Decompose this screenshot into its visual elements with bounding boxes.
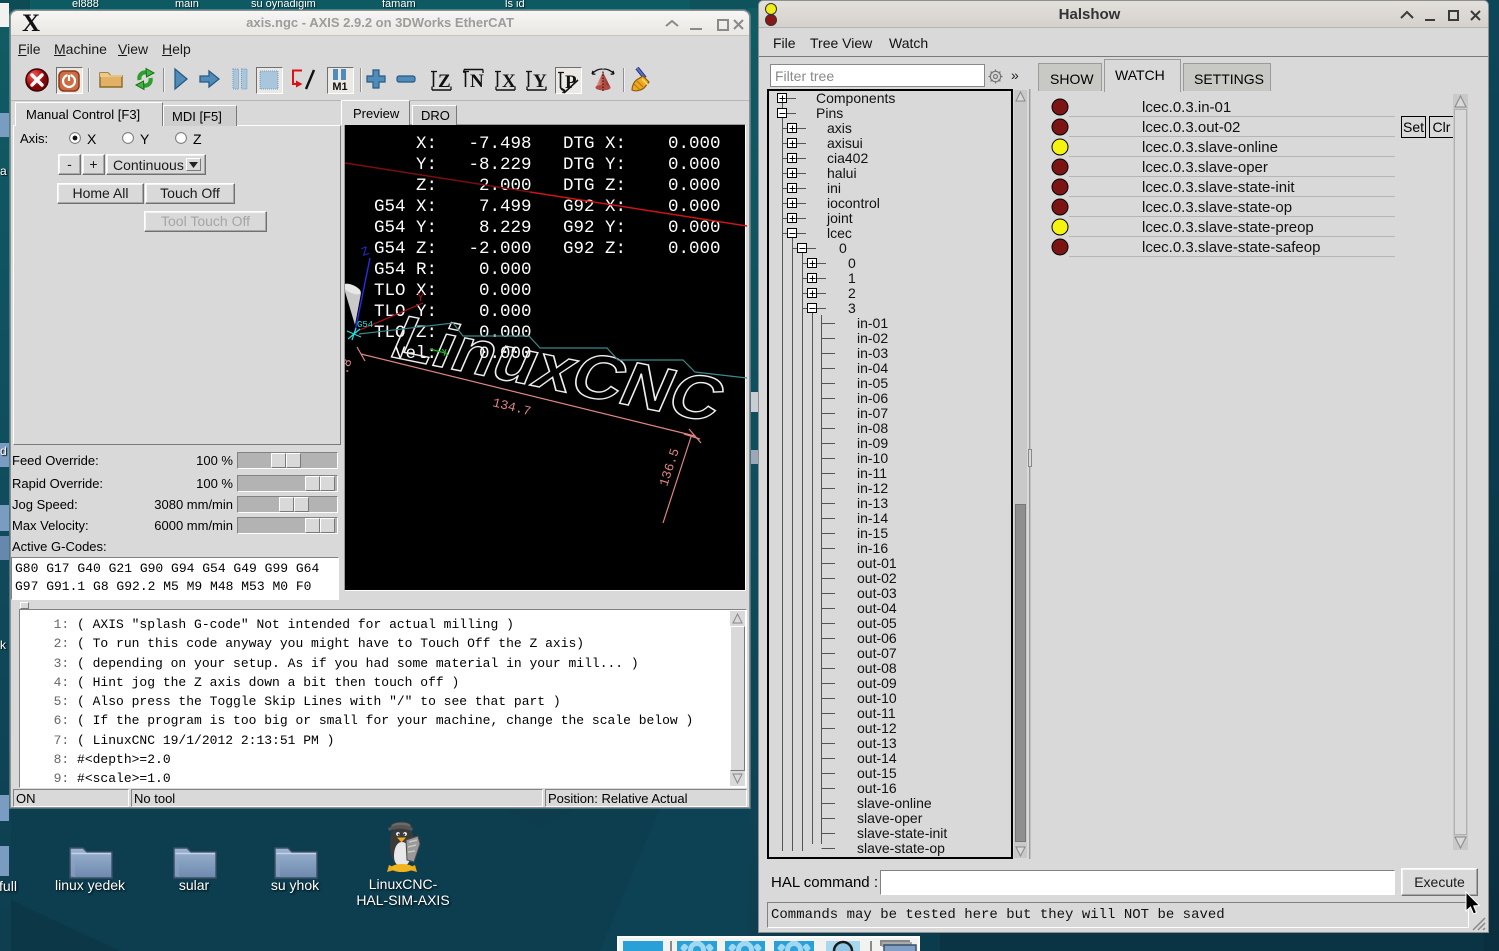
- svg-text:out-12: out-12: [857, 720, 897, 736]
- svg-text:axisui: axisui: [827, 135, 863, 151]
- svg-text:G54: G54: [357, 320, 373, 330]
- svg-text:N: N: [470, 71, 484, 92]
- svg-text:out-11: out-11: [857, 705, 896, 721]
- svg-text:in-12: in-12: [857, 480, 888, 496]
- svg-text:out-02: out-02: [857, 570, 897, 586]
- svg-text:ini: ini: [827, 180, 841, 196]
- svg-text:cia402: cia402: [827, 150, 868, 166]
- svg-text:lcec: lcec: [827, 225, 852, 241]
- svg-text:slave-online: slave-online: [857, 795, 932, 811]
- svg-text:in-13: in-13: [857, 495, 888, 511]
- svg-text:Y: Y: [417, 291, 424, 305]
- svg-text:in-14: in-14: [857, 510, 888, 526]
- svg-text:out-15: out-15: [857, 765, 897, 781]
- svg-text:in-15: in-15: [857, 525, 888, 541]
- svg-text:2: 2: [848, 285, 856, 301]
- svg-text:in-03: in-03: [857, 345, 888, 361]
- svg-text:iocontrol: iocontrol: [827, 195, 880, 211]
- svg-text:slave-oper: slave-oper: [857, 810, 923, 826]
- svg-text:3: 3: [848, 300, 856, 316]
- svg-text:in-08: in-08: [857, 420, 888, 436]
- svg-text:in-01: in-01: [857, 315, 888, 331]
- svg-text:out-08: out-08: [857, 660, 897, 676]
- svg-text:slave-state-init: slave-state-init: [857, 825, 947, 841]
- svg-text:slave-state-op: slave-state-op: [857, 840, 945, 856]
- svg-text:out-01: out-01: [857, 555, 897, 571]
- svg-text:out-14: out-14: [857, 750, 897, 766]
- svg-text:out-05: out-05: [857, 615, 897, 631]
- svg-text:P: P: [565, 72, 577, 93]
- svg-text:in-05: in-05: [857, 375, 888, 391]
- svg-text:out-07: out-07: [857, 645, 897, 661]
- svg-text:halui: halui: [827, 165, 857, 181]
- svg-text:1: 1: [848, 270, 856, 286]
- svg-text:out-04: out-04: [857, 600, 897, 616]
- svg-text:134.7: 134.7: [491, 395, 532, 419]
- svg-text:in-04: in-04: [857, 360, 888, 376]
- svg-text:in-07: in-07: [857, 405, 888, 421]
- svg-text:Z: Z: [438, 71, 451, 92]
- svg-text:out-13: out-13: [857, 735, 897, 751]
- svg-text:out-10: out-10: [857, 690, 897, 706]
- svg-text:0: 0: [839, 240, 847, 256]
- svg-text:X: X: [502, 71, 516, 92]
- svg-text:out-16: out-16: [857, 780, 897, 796]
- svg-text:.8: .8: [345, 357, 356, 376]
- svg-text:0: 0: [848, 255, 856, 271]
- svg-text:Pins: Pins: [816, 105, 843, 121]
- svg-text:M1: M1: [332, 81, 347, 92]
- svg-text:in-06: in-06: [857, 390, 888, 406]
- svg-text:in-11: in-11: [857, 465, 887, 481]
- svg-text:Components: Components: [816, 91, 895, 106]
- svg-text:Z: Z: [360, 244, 372, 260]
- svg-text:in-16: in-16: [857, 540, 888, 556]
- svg-text:out-03: out-03: [857, 585, 897, 601]
- svg-text:in-10: in-10: [857, 450, 888, 466]
- svg-text:out-09: out-09: [857, 675, 897, 691]
- svg-text:in-02: in-02: [857, 330, 888, 346]
- svg-text:in-09: in-09: [857, 435, 888, 451]
- svg-text:joint: joint: [826, 210, 853, 226]
- svg-text:axis: axis: [827, 120, 852, 136]
- svg-text:136.5: 136.5: [657, 446, 683, 488]
- svg-text:LinuxCNC: LinuxCNC: [381, 303, 735, 435]
- svg-text:Y: Y: [533, 71, 547, 92]
- svg-text:out-06: out-06: [857, 630, 897, 646]
